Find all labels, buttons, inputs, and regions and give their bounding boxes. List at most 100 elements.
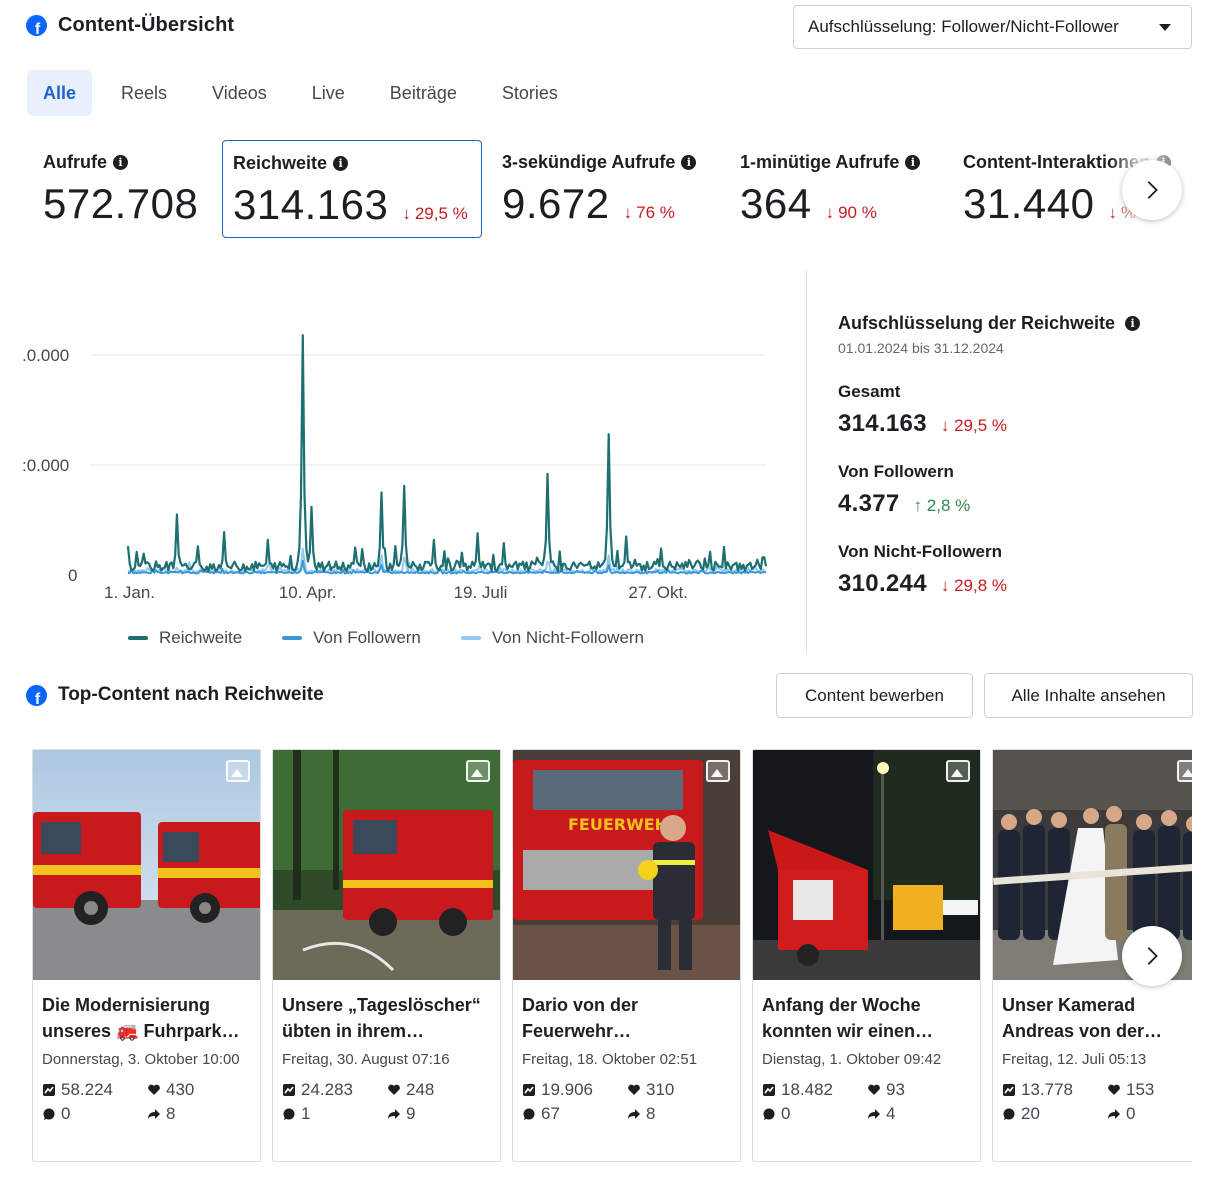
- chevron-right-icon: [1147, 947, 1158, 965]
- post-stats: 19.906 310 67 8: [522, 1080, 730, 1124]
- tab-alle[interactable]: Alle: [27, 70, 93, 116]
- x-tick-label: 19. Juli: [454, 583, 508, 602]
- stat-likes: 93: [867, 1080, 962, 1100]
- x-tick-label: 27. Okt.: [628, 583, 688, 602]
- post-date: Dienstag, 1. Oktober 09:42: [762, 1051, 942, 1068]
- info-icon[interactable]: i: [333, 156, 349, 171]
- arrow-down-icon: ↓: [402, 204, 411, 223]
- tab-reels[interactable]: Reels: [105, 70, 183, 116]
- breakdown-dropdown[interactable]: Aufschlüsselung: Follower/Nicht-Follower: [793, 5, 1192, 49]
- reach-icon: [763, 1084, 775, 1096]
- firefighter-photo: FEUERWEHR: [513, 750, 740, 980]
- reach-value: 4.377: [838, 490, 900, 517]
- post-title: Unser Kamerad Andreas von der…: [1002, 995, 1163, 1041]
- arrow-down-icon: ↓: [825, 203, 835, 222]
- reach-label: Gesamt: [838, 382, 901, 401]
- metric-value: 364: [740, 180, 812, 227]
- stat-comments: 0: [762, 1104, 867, 1124]
- metrics-row: Aufrufe i 572.708 Reichweite i 314.163 ↓ 29,…: [0, 140, 1211, 240]
- content-card[interactable]: Anfang der Woche konnten wir einen… Dien…: [752, 749, 981, 1162]
- post-date: Donnerstag, 3. Oktober 10:00: [42, 1051, 240, 1068]
- legend-item-von-nicht-followern[interactable]: Von Nicht-Followern: [460, 628, 644, 648]
- legend-item-von-followern[interactable]: Von Followern: [282, 628, 421, 648]
- reach-label: Von Followern: [838, 462, 954, 481]
- stat-comments: 20: [1002, 1104, 1107, 1124]
- stat-comments: 67: [522, 1104, 627, 1124]
- reach-non-followers: Von Nicht-Followern 310.244 ↓ 29,8 %: [838, 542, 1188, 598]
- arrow-up-icon: ↑: [913, 496, 927, 515]
- stat-shares: 0: [1107, 1104, 1192, 1124]
- x-tick-label: 1. Jan.: [104, 583, 155, 602]
- info-icon[interactable]: i: [1125, 316, 1141, 331]
- post-thumbnail: [273, 750, 500, 980]
- top-content-header: f Top-Content nach Reichweite: [26, 684, 324, 706]
- cards-next-button[interactable]: [1122, 926, 1182, 986]
- metric-delta: ↓ 29,5 %: [402, 204, 468, 223]
- page-header: f Content-Übersicht: [26, 14, 234, 37]
- reach-value: 314.163: [838, 410, 927, 437]
- divider: [806, 270, 807, 652]
- generator-night-photo: [753, 750, 980, 980]
- y-tick-label: :0.000: [22, 456, 69, 475]
- share-icon: [868, 1109, 880, 1119]
- content-card[interactable]: FEUERWEHR Dario von der Feuerwehr… Freit…: [512, 749, 741, 1162]
- fire-trucks-photo: [33, 750, 260, 980]
- info-icon[interactable]: i: [681, 155, 697, 170]
- post-date: Freitag, 12. Juli 05:13: [1002, 1051, 1147, 1068]
- tab-live[interactable]: Live: [296, 70, 361, 116]
- top-content-title: Top-Content nach Reichweite: [58, 684, 324, 705]
- promote-content-button[interactable]: Content bewerben: [776, 673, 973, 718]
- heart-icon: [868, 1084, 880, 1095]
- y-tick-label: .0.000: [22, 346, 69, 365]
- post-date: Freitag, 18. Oktober 02:51: [522, 1051, 698, 1068]
- top-content-cards: Die Modernisierung unseres 🚒 Fuhrpark… D…: [0, 749, 1192, 1169]
- share-icon: [1108, 1109, 1120, 1119]
- post-stats: 13.778 153 20 0: [1002, 1080, 1192, 1124]
- reach-total: Gesamt 314.163 ↓ 29,5 %: [838, 382, 1188, 438]
- content-card[interactable]: Die Modernisierung unseres 🚒 Fuhrpark… D…: [32, 749, 261, 1162]
- metric-reichweite[interactable]: Reichweite i 314.163 ↓ 29,5 %: [222, 140, 482, 238]
- heart-icon: [148, 1084, 160, 1095]
- stat-likes: 430: [147, 1080, 242, 1100]
- breakdown-dropdown-label: Aufschlüsselung: Follower/Nicht-Follower: [808, 17, 1119, 36]
- post-title: Die Modernisierung unseres 🚒 Fuhrpark…: [42, 995, 240, 1041]
- post-stats: 58.224 430 0 8: [42, 1080, 250, 1124]
- legend-item-reichweite[interactable]: Reichweite: [128, 628, 242, 648]
- stat-likes: 310: [627, 1080, 722, 1100]
- metric-delta: ↓ 90 %: [825, 203, 877, 222]
- reach-delta: ↓ 29,5 %: [940, 416, 1008, 435]
- tab-beitraege[interactable]: Beiträge: [374, 70, 473, 116]
- chevron-right-icon: [1147, 181, 1158, 199]
- tab-stories[interactable]: Stories: [486, 70, 574, 116]
- heart-icon: [388, 1084, 400, 1095]
- stat-likes: 248: [387, 1080, 482, 1100]
- view-all-content-button[interactable]: Alle Inhalte ansehen: [984, 673, 1193, 718]
- legend-label: Reichweite: [159, 628, 243, 647]
- stat-shares: 8: [147, 1104, 242, 1124]
- info-icon[interactable]: i: [113, 155, 128, 170]
- metric-label: Reichweite: [233, 153, 328, 173]
- info-icon[interactable]: i: [905, 155, 921, 170]
- post-title: Anfang der Woche konnten wir einen…: [762, 995, 934, 1041]
- metric-aufrufe[interactable]: Aufrufe i 572.708: [33, 140, 213, 238]
- stat-shares: 9: [387, 1104, 482, 1124]
- legend-swatch: [460, 636, 481, 640]
- comment-icon: [283, 1108, 295, 1120]
- stat-shares: 8: [627, 1104, 722, 1124]
- metric-3s-aufrufe[interactable]: 3-sekündige Aufrufe i 9.672 ↓ 76 %: [492, 140, 722, 238]
- post-stats: 24.283 248 1 9: [282, 1080, 490, 1124]
- post-title: Unsere „Tageslöscher“ übten in ihrem…: [282, 995, 481, 1041]
- metric-value: 9.672: [502, 180, 610, 227]
- metrics-next-button[interactable]: [1122, 160, 1182, 220]
- y-tick-label: 0: [68, 566, 77, 585]
- share-icon: [148, 1109, 160, 1119]
- reach-delta: ↑ 2,8 %: [913, 496, 971, 515]
- metric-value: 572.708: [43, 180, 199, 227]
- metric-1min-aufrufe[interactable]: 1-minütige Aufrufe i 364 ↓ 90 %: [730, 140, 945, 238]
- content-card[interactable]: Unsere „Tageslöscher“ übten in ihrem… Fr…: [272, 749, 501, 1162]
- photo-type-icon: [226, 760, 250, 782]
- metric-label: 3-sekündige Aufrufe: [502, 152, 676, 172]
- legend-swatch: [282, 636, 303, 640]
- post-thumbnail: FEUERWEHR: [513, 750, 740, 980]
- tab-videos[interactable]: Videos: [196, 70, 283, 116]
